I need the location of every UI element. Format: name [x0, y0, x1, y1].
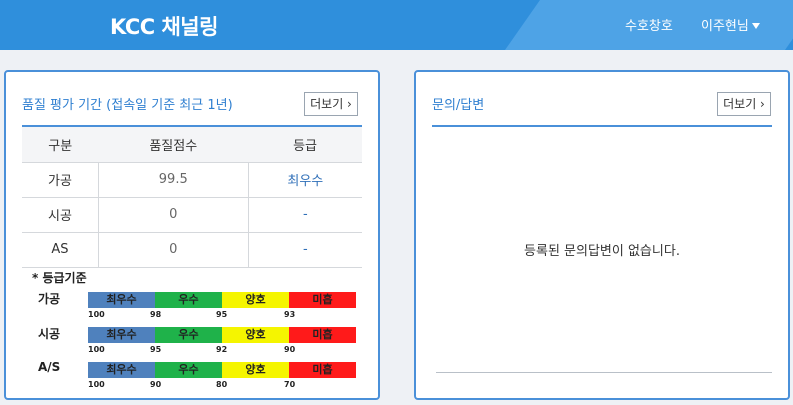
- grade-segment-fair: 양호: [222, 292, 289, 308]
- grade-segment-fair: 양호: [222, 362, 289, 378]
- grade-scale-bar: 최우수 우수 양호 미흡: [88, 327, 356, 343]
- tick-label: 98: [150, 310, 162, 319]
- row-label: AS: [22, 232, 99, 268]
- grade-segment-excellent: 최우수: [88, 362, 155, 378]
- row-label: 가공: [22, 162, 99, 198]
- tick-label: 100: [88, 345, 105, 354]
- inquiry-panel-title: 문의/답변: [432, 98, 485, 113]
- grade-segment-fair: 양호: [222, 327, 289, 343]
- title-divider: [432, 125, 772, 127]
- legend-row-label: 시공: [38, 327, 61, 341]
- row-grade: -: [248, 232, 362, 268]
- tick-label: 93: [284, 310, 296, 319]
- legend-row-label: A/S: [38, 360, 61, 374]
- quality-more-button[interactable]: 더보기 ›: [304, 92, 358, 116]
- column-header-grade: 등급: [248, 127, 362, 163]
- grade-segment-excellent: 최우수: [88, 292, 155, 308]
- tick-label: 95: [150, 345, 162, 354]
- table-header-row: 구분 품질점수 등급: [22, 127, 362, 163]
- table-row: AS 0 -: [22, 232, 362, 268]
- row-score: 99.5: [97, 162, 249, 198]
- grade-segment-poor: 미흡: [289, 362, 356, 378]
- top-header: KCC 채널링 수호창호 이주현님: [0, 0, 793, 50]
- column-header-score: 품질점수: [98, 127, 249, 163]
- grade-scale-bar: 최우수 우수 양호 미흡: [88, 292, 356, 308]
- tick-label: 90: [150, 380, 162, 389]
- table-row: 시공 0 -: [22, 197, 362, 233]
- caret-down-icon: [751, 23, 760, 29]
- app-logo[interactable]: KCC 채널링: [110, 11, 218, 41]
- nav-link-company[interactable]: 수호창호: [625, 15, 673, 34]
- column-header-category: 구분: [22, 127, 99, 163]
- row-grade: 최우수: [248, 162, 362, 198]
- bottom-divider: [436, 372, 772, 373]
- grade-segment-good: 우수: [155, 292, 222, 308]
- grade-segment-good: 우수: [155, 362, 222, 378]
- tick-row: 100 95 92 90: [88, 345, 356, 355]
- grade-legend-title: * 등급기준: [32, 271, 87, 285]
- row-score: 0: [97, 232, 249, 268]
- empty-message: 등록된 문의답변이 없습니다.: [524, 244, 680, 259]
- tick-row: 100 90 80 70: [88, 380, 356, 390]
- grade-scale-bar: 최우수 우수 양호 미흡: [88, 362, 356, 378]
- table-row: 가공 99.5 최우수: [22, 162, 362, 198]
- grade-segment-poor: 미흡: [289, 292, 356, 308]
- tick-label: 70: [284, 380, 296, 389]
- grade-segment-excellent: 최우수: [88, 327, 155, 343]
- inquiry-more-button[interactable]: 더보기 ›: [717, 92, 771, 116]
- tick-label: 95: [216, 310, 228, 319]
- grade-segment-poor: 미흡: [289, 327, 356, 343]
- tick-label: 100: [88, 380, 105, 389]
- row-grade: -: [248, 197, 362, 233]
- tick-label: 80: [216, 380, 228, 389]
- row-label: 시공: [22, 197, 99, 233]
- quality-panel: 품질 평가 기간 (접속일 기준 최근 1년) 더보기 › 구분 품질점수 등급…: [4, 70, 380, 400]
- tick-label: 92: [216, 345, 228, 354]
- tick-label: 90: [284, 345, 296, 354]
- legend-row-label: 가공: [38, 292, 61, 306]
- tick-row: 100 98 95 93: [88, 310, 356, 320]
- user-name: 이주현님: [701, 19, 749, 34]
- tick-label: 100: [88, 310, 105, 319]
- quality-table: 구분 품질점수 등급 가공 99.5 최우수 시공 0 - AS 0 -: [22, 127, 362, 268]
- inquiry-panel: 문의/답변 더보기 › 등록된 문의답변이 없습니다.: [414, 70, 790, 400]
- user-menu[interactable]: 이주현님: [701, 15, 760, 34]
- row-score: 0: [97, 197, 249, 233]
- quality-panel-title: 품질 평가 기간 (접속일 기준 최근 1년): [22, 98, 233, 113]
- grade-segment-good: 우수: [155, 327, 222, 343]
